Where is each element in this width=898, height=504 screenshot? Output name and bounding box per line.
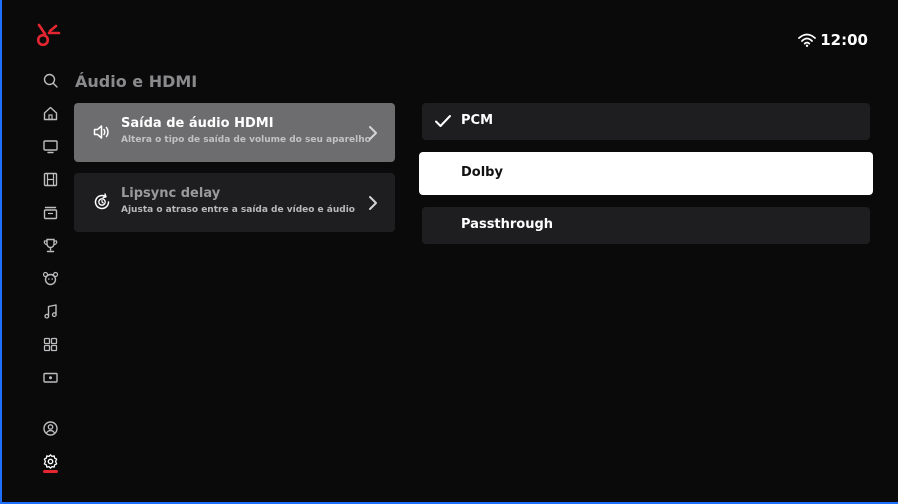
brand-logo-icon: [36, 23, 61, 47]
menu-item-subtitle: Altera o tipo de saída de volume do seu …: [121, 135, 371, 145]
check-icon: [435, 115, 451, 127]
chevron-right-icon: [369, 126, 377, 140]
trophy-icon[interactable]: [42, 237, 59, 254]
option-passthrough[interactable]: Passthrough: [422, 207, 870, 244]
home-icon[interactable]: [42, 105, 59, 122]
menu-item-lipsync-delay[interactable]: Lipsync delay Ajusta o atraso entre a sa…: [74, 173, 395, 232]
search-icon[interactable]: [42, 72, 59, 89]
menu-item-title: Lipsync delay: [121, 186, 221, 201]
film-icon[interactable]: [42, 171, 59, 188]
apps-grid-icon[interactable]: [42, 336, 59, 353]
store-icon[interactable]: [42, 204, 59, 221]
chevron-right-icon: [369, 196, 377, 210]
active-indicator: [43, 470, 58, 473]
wifi-icon: [798, 33, 817, 47]
page-title: Áudio e HDMI: [75, 72, 198, 91]
ticket-icon[interactable]: [42, 369, 59, 386]
settings-gear-icon[interactable]: [42, 453, 59, 470]
clock: 12:00: [820, 31, 868, 49]
menu-item-subtitle: Ajusta o atraso entre a saída de vídeo e…: [121, 205, 355, 215]
option-label: Passthrough: [461, 217, 554, 232]
kids-icon[interactable]: [42, 270, 59, 287]
option-label: Dolby: [461, 165, 503, 180]
music-icon[interactable]: [42, 303, 59, 320]
menu-item-title: Saída de áudio HDMI: [121, 116, 274, 131]
option-label: PCM: [461, 113, 494, 128]
option-dolby[interactable]: Dolby: [419, 152, 873, 195]
menu-item-hdmi-audio-output[interactable]: Saída de áudio HDMI Altera o tipo de saí…: [74, 103, 395, 162]
tv-icon[interactable]: [42, 138, 59, 155]
profile-icon[interactable]: [42, 420, 59, 437]
window-border-left: [0, 0, 2, 504]
sync-clock-icon: [94, 193, 110, 210]
speaker-icon: [93, 125, 109, 139]
option-pcm[interactable]: PCM: [422, 103, 870, 140]
status-bar: 12:00: [798, 31, 868, 49]
